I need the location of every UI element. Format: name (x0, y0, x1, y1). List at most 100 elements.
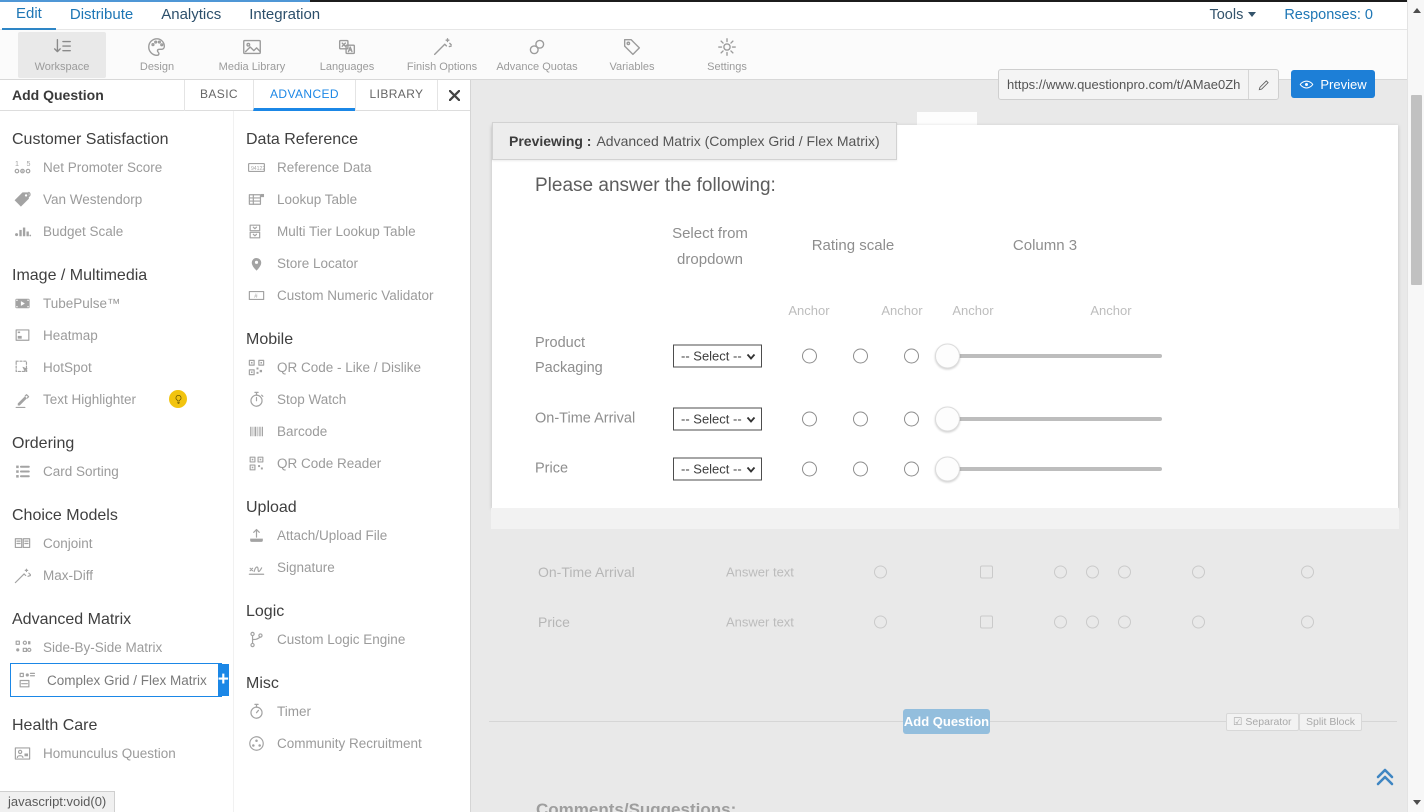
column-header-column3: Column 3 (985, 233, 1105, 259)
sidebar-item-homunculus-question[interactable]: Homunculus Question (0, 737, 233, 769)
sidebar-item-hotspot[interactable]: HotSpot (0, 351, 233, 383)
rating-radio[interactable] (853, 412, 868, 427)
tab-library[interactable]: LIBRARY (355, 80, 437, 111)
close-panel-button[interactable] (437, 80, 470, 111)
rating-radio[interactable] (904, 349, 919, 364)
chevron-down-icon (1248, 12, 1256, 17)
finish-options-button[interactable]: Finish Options (398, 32, 486, 78)
nav-analytics[interactable]: Analytics (147, 1, 235, 29)
sidebar-item-lookup-table[interactable]: Lookup Table (234, 183, 470, 215)
select-dropdown[interactable]: -- Select -- (673, 345, 762, 368)
sidebar-item-complex-grid-flex-matrix[interactable]: Complex Grid / Flex Matrix + (10, 663, 222, 697)
sidebar-item-community-recruitment[interactable]: Community Recruitment (234, 727, 470, 759)
comments-suggestions-label: Comments/Suggestions: (536, 800, 736, 812)
scrollbar-thumb[interactable] (1411, 95, 1422, 285)
sidebar-item-max-diff[interactable]: Max-Diff (0, 559, 233, 591)
numeric-validator-icon: # (247, 286, 266, 305)
slider-handle[interactable] (935, 344, 960, 369)
collapse-up-button[interactable] (1373, 764, 1397, 788)
rating-radio[interactable] (802, 349, 817, 364)
design-button[interactable]: Design (113, 32, 201, 78)
dimmed-block-edge (491, 508, 1399, 529)
sidebar-item-budget-scale[interactable]: Budget Scale (0, 215, 233, 247)
select-dropdown[interactable]: -- Select -- (673, 458, 762, 481)
sidebar-item-multi-tier-lookup-table[interactable]: Multi Tier Lookup Table (234, 215, 470, 247)
rating-radio[interactable] (853, 462, 868, 477)
page-scrollbar[interactable] (1407, 0, 1424, 812)
panel-header: Add Question BASIC ADVANCED LIBRARY (0, 80, 470, 111)
separator-toggle[interactable]: ☑ Separator (1226, 713, 1299, 731)
row-label: Price (535, 457, 568, 482)
languages-button[interactable]: Languages (303, 32, 391, 78)
section-title: Health Care (12, 717, 233, 735)
sidebar-item-tubepulse[interactable]: TubePulse™ (0, 287, 233, 319)
sidebar-item-attach-upload-file[interactable]: Attach/Upload File (234, 519, 470, 551)
previewing-title: Advanced Matrix (Complex Grid / Flex Mat… (596, 133, 879, 149)
workspace-button[interactable]: Workspace (18, 32, 106, 78)
tools-menu[interactable]: Tools (1209, 7, 1256, 23)
bulb-icon (173, 394, 184, 405)
nav-integration[interactable]: Integration (235, 1, 334, 29)
sidebar-item-net-promoter-score[interactable]: 15 Net Promoter Score (0, 151, 233, 183)
sidebar-item-card-sorting[interactable]: Card Sorting (0, 455, 233, 487)
sidebar-item-reference-data[interactable]: 94122 Reference Data (234, 151, 470, 183)
sidebar-item-side-by-side-matrix[interactable]: Side-By-Side Matrix (0, 631, 233, 663)
tab-basic[interactable]: BASIC (184, 80, 253, 111)
section-title: Ordering (12, 435, 233, 453)
timer-icon (247, 702, 266, 721)
sidebar-item-barcode[interactable]: Barcode (234, 415, 470, 447)
add-question-button[interactable]: Add Question (903, 709, 990, 734)
sidebar-item-custom-logic-engine[interactable]: Custom Logic Engine (234, 623, 470, 655)
rating-radio[interactable] (802, 462, 817, 477)
rating-radio[interactable] (802, 412, 817, 427)
slider-handle[interactable] (935, 407, 960, 432)
rating-radio[interactable] (904, 412, 919, 427)
sidebar-item-store-locator[interactable]: Store Locator (234, 247, 470, 279)
nav-distribute[interactable]: Distribute (56, 1, 147, 29)
nav-edit[interactable]: Edit (2, 0, 56, 30)
sidebar-item-signature[interactable]: Signature (234, 551, 470, 583)
rating-radio[interactable] (904, 462, 919, 477)
responses-count[interactable]: Responses: 0 (1284, 7, 1373, 23)
svg-text:1: 1 (15, 159, 19, 167)
toolbar: Workspace Design Media Library Languages… (0, 30, 1407, 80)
tab-advanced[interactable]: ADVANCED (253, 80, 355, 111)
media-library-button[interactable]: Media Library (208, 32, 296, 78)
category-column-2: Data Reference 94122 Reference Data Look… (233, 111, 470, 812)
side-by-side-icon (13, 638, 32, 657)
sidebar-item-stop-watch[interactable]: Stop Watch (234, 383, 470, 415)
dimmed-radio (1301, 566, 1314, 579)
rating-radio[interactable] (853, 349, 868, 364)
price-tag-icon (13, 190, 32, 209)
scroll-down-arrow[interactable] (1408, 794, 1424, 810)
multi-tier-icon (247, 222, 266, 241)
sidebar-item-timer[interactable]: Timer (234, 695, 470, 727)
sidebar-item-text-highlighter[interactable]: Text Highlighter (0, 383, 233, 415)
sidebar-item-custom-numeric-validator[interactable]: # Custom Numeric Validator (234, 279, 470, 311)
variables-button[interactable]: Variables (588, 32, 676, 78)
advance-quotas-button[interactable]: Advance Quotas (493, 32, 581, 78)
section-title: Advanced Matrix (12, 611, 233, 629)
sidebar-item-conjoint[interactable]: Conjoint (0, 527, 233, 559)
lookup-table-icon (247, 190, 266, 209)
sidebar-item-qr-code-reader[interactable]: QR Code Reader (234, 447, 470, 479)
survey-url-input[interactable] (999, 70, 1248, 99)
add-question-plus-button[interactable]: + (218, 664, 229, 696)
scroll-up-arrow[interactable] (1408, 2, 1424, 18)
sidebar-item-heatmap[interactable]: Heatmap (0, 319, 233, 351)
edit-url-button[interactable] (1248, 70, 1278, 99)
select-dropdown[interactable]: -- Select -- (673, 408, 762, 431)
tools-label: Tools (1209, 7, 1243, 23)
stopwatch-icon (247, 390, 266, 409)
reference-data-icon: 94122 (247, 158, 266, 177)
sidebar-item-van-westendorp[interactable]: Van Westendorp (0, 183, 233, 215)
sidebar-item-qr-code-like-dislike[interactable]: QR Code - Like / Dislike (234, 351, 470, 383)
settings-button[interactable]: Settings (683, 32, 771, 78)
split-block-button[interactable]: Split Block (1299, 713, 1362, 731)
slider-track (938, 467, 1162, 471)
section-title: Data Reference (246, 131, 470, 149)
chevron-down-icon (746, 464, 756, 474)
slider-handle[interactable] (935, 457, 960, 482)
matrix-row-product-packaging: Product Packaging -- Select -- (492, 331, 1398, 381)
preview-button[interactable]: Preview (1291, 70, 1375, 98)
